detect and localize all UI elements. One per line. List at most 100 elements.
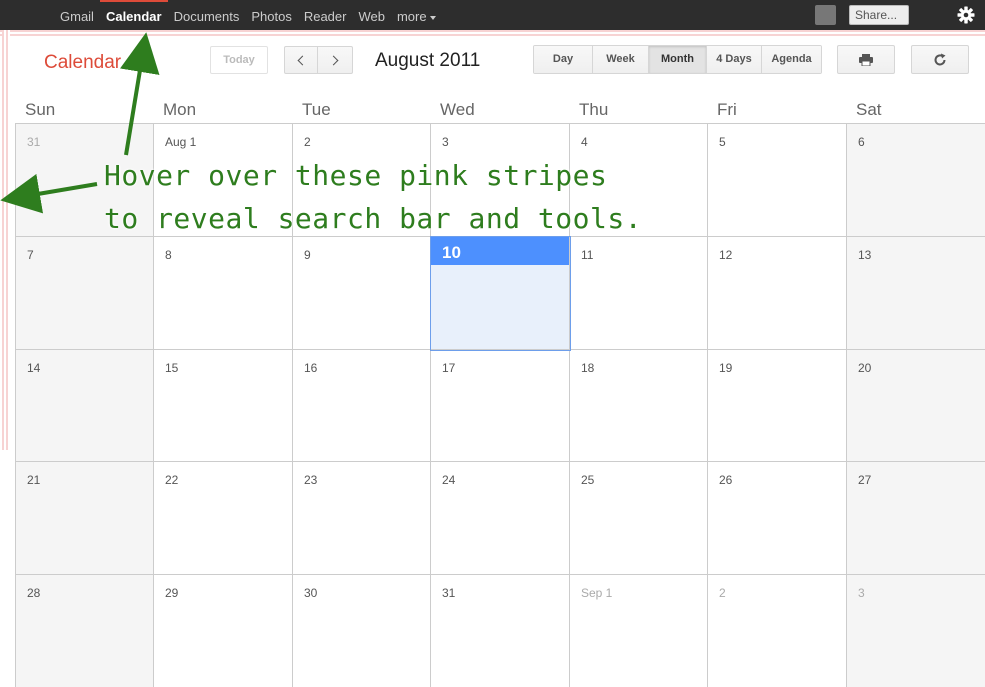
dow-label: Mon (163, 100, 197, 119)
view-agenda-button[interactable]: Agenda (761, 46, 821, 73)
day-cell[interactable]: 6 (847, 124, 985, 237)
day-number[interactable]: 15 (165, 361, 178, 375)
day-number[interactable]: 9 (304, 248, 311, 262)
day-number[interactable]: 30 (304, 586, 317, 600)
prev-period-button[interactable] (284, 46, 318, 74)
next-period-button[interactable] (317, 46, 353, 74)
day-number[interactable]: 12 (719, 248, 732, 262)
print-button[interactable] (837, 45, 895, 74)
day-number[interactable]: 29 (165, 586, 178, 600)
day-number[interactable]: 11 (581, 248, 593, 262)
day-number[interactable]: 3 (442, 135, 449, 149)
day-cell[interactable]: 19 (708, 350, 847, 462)
nav-web[interactable]: Web (352, 0, 391, 30)
day-number[interactable]: 8 (165, 248, 172, 262)
annotation-text: Hover over these pink stripes to reveal … (104, 154, 642, 240)
pink-stripe-top[interactable] (0, 30, 985, 38)
day-number[interactable]: 14 (27, 361, 40, 375)
view-4days-button[interactable]: 4 Days (706, 46, 761, 73)
app-title: Calendar (44, 52, 122, 73)
dow-label: Sun (25, 100, 56, 119)
day-cell[interactable]: 9 (293, 237, 431, 350)
day-cell[interactable]: 8 (154, 237, 293, 350)
day-number[interactable]: 26 (719, 473, 732, 487)
top-nav-bar: Gmail Calendar Documents Photos Reader W… (0, 0, 985, 30)
day-number[interactable]: 10 (442, 243, 461, 263)
printer-icon (859, 54, 873, 67)
day-number[interactable]: Sep 1 (581, 586, 612, 600)
day-cell[interactable]: 26 (708, 462, 847, 575)
day-cell[interactable]: 24 (431, 462, 570, 575)
day-cell[interactable]: 13 (847, 237, 985, 350)
day-number[interactable]: 4 (581, 135, 588, 149)
product-nav: Gmail Calendar Documents Photos Reader W… (54, 0, 442, 30)
day-cell[interactable]: 20 (847, 350, 985, 462)
day-cell[interactable]: 17 (431, 350, 570, 462)
day-cell[interactable]: 18 (570, 350, 708, 462)
day-number[interactable]: 6 (858, 135, 865, 149)
day-cell[interactable]: 7 (16, 237, 154, 350)
day-number[interactable]: 17 (442, 361, 455, 375)
day-cell[interactable]: Sep 1 (570, 575, 708, 687)
avatar[interactable] (815, 5, 836, 25)
day-number[interactable]: 25 (581, 473, 594, 487)
day-number[interactable]: 31 (442, 586, 455, 600)
dow-label: Thu (579, 100, 609, 119)
day-cell[interactable]: 23 (293, 462, 431, 575)
gear-icon[interactable] (956, 5, 976, 25)
day-cell[interactable]: 14 (16, 350, 154, 462)
annotation-line-1: Hover over these pink stripes (104, 159, 608, 192)
day-cell[interactable]: 2 (708, 575, 847, 687)
refresh-button[interactable] (911, 45, 969, 74)
day-number[interactable]: 5 (719, 135, 726, 149)
day-cell[interactable]: 25 (570, 462, 708, 575)
day-cell[interactable]: 31 (431, 575, 570, 687)
day-number[interactable]: 31 (27, 135, 40, 149)
day-cell[interactable]: 22 (154, 462, 293, 575)
dow-label: Wed (440, 100, 475, 119)
day-cell[interactable]: 28 (16, 575, 154, 687)
day-number[interactable]: 21 (27, 473, 40, 487)
day-number[interactable]: 3 (858, 586, 865, 600)
day-number[interactable]: 18 (581, 361, 594, 375)
share-button[interactable]: Share... (849, 5, 909, 25)
view-switcher: Day Week Month 4 Days Agenda (533, 45, 822, 74)
day-cell[interactable]: 5 (708, 124, 847, 237)
day-number[interactable]: 19 (719, 361, 732, 375)
today-button[interactable]: Today (210, 46, 268, 74)
day-number[interactable]: 23 (304, 473, 317, 487)
chevron-down-icon (429, 15, 436, 20)
nav-reader[interactable]: Reader (298, 0, 353, 30)
day-number[interactable]: 16 (304, 361, 317, 375)
day-number[interactable]: 28 (27, 586, 40, 600)
day-number[interactable]: 7 (27, 248, 34, 262)
day-cell-today[interactable]: 10 (430, 236, 571, 351)
nav-calendar[interactable]: Calendar (99, 0, 168, 30)
day-cell[interactable]: 16 (293, 350, 431, 462)
day-cell[interactable]: 12 (708, 237, 847, 350)
dow-label: Sat (856, 100, 882, 119)
pink-stripe-left[interactable] (2, 30, 10, 450)
day-number[interactable]: Aug 1 (165, 135, 196, 149)
view-month-button[interactable]: Month (648, 46, 706, 73)
day-cell[interactable]: 3 (847, 575, 985, 687)
nav-documents[interactable]: Documents (168, 0, 246, 30)
day-number[interactable]: 24 (442, 473, 455, 487)
nav-photos[interactable]: Photos (245, 0, 297, 30)
day-number[interactable]: 2 (719, 586, 726, 600)
view-week-button[interactable]: Week (592, 46, 648, 73)
day-cell[interactable]: 11 (570, 237, 708, 350)
nav-gmail[interactable]: Gmail (54, 0, 100, 30)
nav-more[interactable]: more (391, 0, 442, 30)
day-cell[interactable]: 30 (293, 575, 431, 687)
day-cell[interactable]: 21 (16, 462, 154, 575)
day-number[interactable]: 13 (858, 248, 871, 262)
day-cell[interactable]: 27 (847, 462, 985, 575)
day-number[interactable]: 20 (858, 361, 871, 375)
day-cell[interactable]: 15 (154, 350, 293, 462)
day-number[interactable]: 22 (165, 473, 178, 487)
view-day-button[interactable]: Day (534, 46, 592, 73)
day-number[interactable]: 2 (304, 135, 311, 149)
day-number[interactable]: 27 (858, 473, 871, 487)
day-cell[interactable]: 29 (154, 575, 293, 687)
